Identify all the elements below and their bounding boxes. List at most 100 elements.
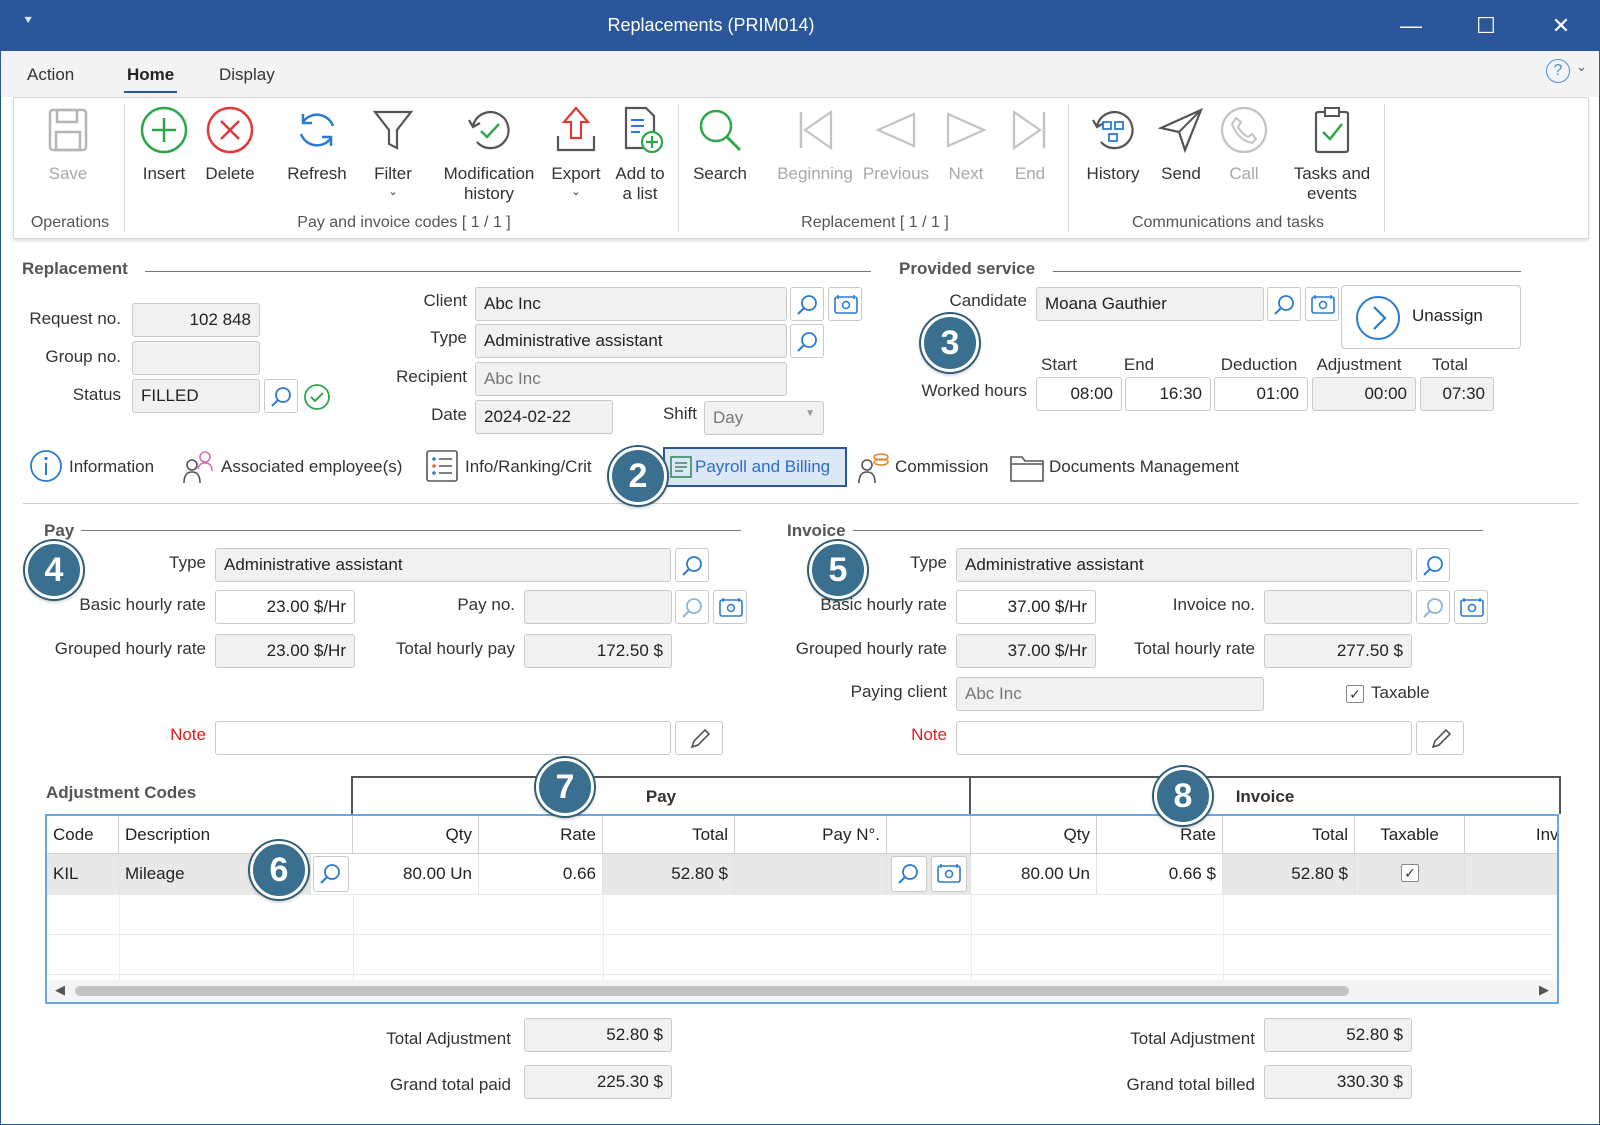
pay-no-card-button[interactable] [713, 590, 747, 624]
description-search-button[interactable] [313, 856, 349, 892]
col-header-qty[interactable]: Qty [353, 816, 479, 854]
col-header-taxable[interactable]: Taxable [1355, 816, 1465, 854]
total-hourly-rate-field[interactable]: 277.50 $ [1264, 634, 1412, 668]
col-header-inv-rate[interactable]: Rate [1097, 816, 1223, 854]
pay-note-edit-button[interactable] [675, 721, 723, 755]
pay-no-row-search-button[interactable] [891, 856, 927, 892]
col-header-description[interactable]: Description [119, 816, 353, 854]
pay-type-search-button[interactable] [675, 548, 709, 582]
cell-inv-rate[interactable]: 0.66 $ [1097, 854, 1223, 894]
cell-invo[interactable] [1465, 854, 1557, 894]
ribbon-collapse-chevron-icon[interactable]: ⌄ [1576, 59, 1587, 75]
candidate-card-button[interactable] [1305, 287, 1339, 321]
export-button[interactable]: Export ⌄ [546, 104, 606, 202]
invoice-note-field[interactable] [956, 721, 1412, 755]
refresh-button[interactable]: Refresh [272, 104, 362, 184]
cell-rate[interactable]: 0.66 [479, 854, 603, 894]
invoice-no-card-button[interactable] [1454, 590, 1488, 624]
minimize-button[interactable]: — [1396, 11, 1426, 41]
pay-note-field[interactable] [215, 721, 671, 755]
col-header-inv-qty[interactable]: Qty [971, 816, 1097, 854]
call-button[interactable]: Call [1214, 104, 1274, 184]
pay-no-field[interactable] [524, 590, 672, 624]
tasks-events-button[interactable]: Tasks and events [1282, 104, 1382, 204]
grid-horizontal-scrollbar[interactable]: ◀ ▶ [47, 980, 1557, 1002]
start-field[interactable]: 08:00 [1036, 377, 1122, 411]
end-field[interactable]: 16:30 [1125, 377, 1211, 411]
tab-commission[interactable]: Commission [855, 447, 995, 487]
invoice-type-field[interactable]: Administrative assistant [956, 548, 1412, 582]
previous-button[interactable]: Previous [860, 104, 932, 184]
tab-associated-employees[interactable]: Associated employee(s) [181, 447, 411, 487]
pay-no-search-button[interactable] [675, 590, 709, 624]
send-button[interactable]: Send [1150, 104, 1212, 184]
invoice-no-search-button[interactable] [1416, 590, 1450, 624]
col-header-inv-total[interactable]: Total [1223, 816, 1355, 854]
adjustment-field[interactable]: 00:00 [1312, 377, 1416, 411]
pay-type-field[interactable]: Administrative assistant [215, 548, 671, 582]
col-header-pay-no[interactable]: Pay N°. [735, 816, 887, 854]
scrollbar-thumb[interactable] [75, 986, 1349, 996]
save-button[interactable]: Save [38, 104, 98, 184]
shift-select[interactable]: Day ▼ [704, 401, 824, 435]
date-field[interactable]: 2024-02-22 [475, 400, 613, 434]
cell-qty[interactable]: 80.00 Un [353, 854, 479, 894]
col-header-code[interactable]: Code [47, 816, 119, 854]
next-button[interactable]: Next [936, 104, 996, 184]
col-header-total[interactable]: Total [603, 816, 735, 854]
tab-payroll-billing[interactable]: Payroll and Billing [663, 447, 847, 487]
history-button[interactable]: History [1076, 104, 1150, 184]
col-header-invo[interactable]: Invo [1465, 816, 1557, 854]
close-button[interactable]: ✕ [1546, 11, 1576, 41]
type-search-button[interactable] [790, 324, 824, 358]
search-button[interactable]: Search [686, 104, 754, 184]
grand-total-billed-field[interactable]: 330.30 $ [1264, 1065, 1412, 1099]
invoice-basic-rate-field[interactable]: 37.00 $/Hr [956, 590, 1096, 624]
scroll-right-icon[interactable]: ▶ [1539, 982, 1549, 998]
pay-total-adjustment-field[interactable]: 52.80 $ [524, 1018, 672, 1052]
menu-tab-action[interactable]: Action [27, 65, 74, 85]
deduction-field[interactable]: 01:00 [1214, 377, 1308, 411]
status-field[interactable]: FILLED [132, 379, 260, 413]
candidate-field[interactable]: Moana Gauthier [1036, 287, 1264, 321]
modification-history-button[interactable]: Modification history [434, 104, 544, 204]
maximize-button[interactable]: ☐ [1471, 11, 1501, 41]
cell-inv-qty[interactable]: 80.00 Un [971, 854, 1097, 894]
tab-info-ranking[interactable]: Info/Ranking/Crit [425, 447, 620, 487]
cell-pay-no[interactable] [735, 854, 887, 894]
menu-tab-display[interactable]: Display [219, 65, 275, 85]
type-field[interactable]: Administrative assistant [475, 324, 787, 358]
help-icon[interactable]: ? [1546, 59, 1570, 83]
tab-information[interactable]: Information [29, 447, 167, 487]
unassign-button[interactable]: Unassign [1341, 285, 1521, 349]
col-header-rate[interactable]: Rate [479, 816, 603, 854]
delete-button[interactable]: Delete [200, 104, 260, 184]
recipient-field[interactable]: Abc Inc [475, 362, 787, 396]
total-field[interactable]: 07:30 [1420, 377, 1494, 411]
taxable-checkbox[interactable]: ✓ [1346, 685, 1364, 703]
cell-code[interactable]: KIL [47, 854, 119, 894]
invoice-no-field[interactable] [1264, 590, 1412, 624]
inv-total-adjustment-field[interactable]: 52.80 $ [1264, 1018, 1412, 1052]
row-taxable-checkbox[interactable]: ✓ [1401, 864, 1419, 882]
scroll-left-icon[interactable]: ◀ [55, 982, 65, 998]
candidate-search-button[interactable] [1267, 287, 1301, 321]
insert-button[interactable]: Insert [134, 104, 194, 184]
beginning-button[interactable]: Beginning [772, 104, 858, 184]
pay-no-row-card-button[interactable] [931, 856, 967, 892]
group-no-field[interactable] [132, 341, 260, 375]
pay-grouped-rate-field[interactable]: 23.00 $/Hr [215, 634, 355, 668]
client-card-button[interactable] [828, 287, 862, 321]
client-field[interactable]: Abc Inc [475, 287, 787, 321]
tab-documents-management[interactable]: Documents Management [1009, 447, 1269, 487]
status-search-button[interactable] [264, 379, 298, 413]
cell-total[interactable]: 52.80 $ [603, 854, 735, 894]
end-button[interactable]: End [1000, 104, 1060, 184]
menu-tab-home[interactable]: Home [123, 65, 178, 93]
paying-client-field[interactable]: Abc Inc [956, 677, 1264, 711]
pay-basic-rate-field[interactable]: 23.00 $/Hr [215, 590, 355, 624]
total-hourly-pay-field[interactable]: 172.50 $ [524, 634, 672, 668]
invoice-note-edit-button[interactable] [1416, 721, 1464, 755]
grand-total-paid-field[interactable]: 225.30 $ [524, 1065, 672, 1099]
filter-button[interactable]: Filter ⌄ [360, 104, 426, 202]
